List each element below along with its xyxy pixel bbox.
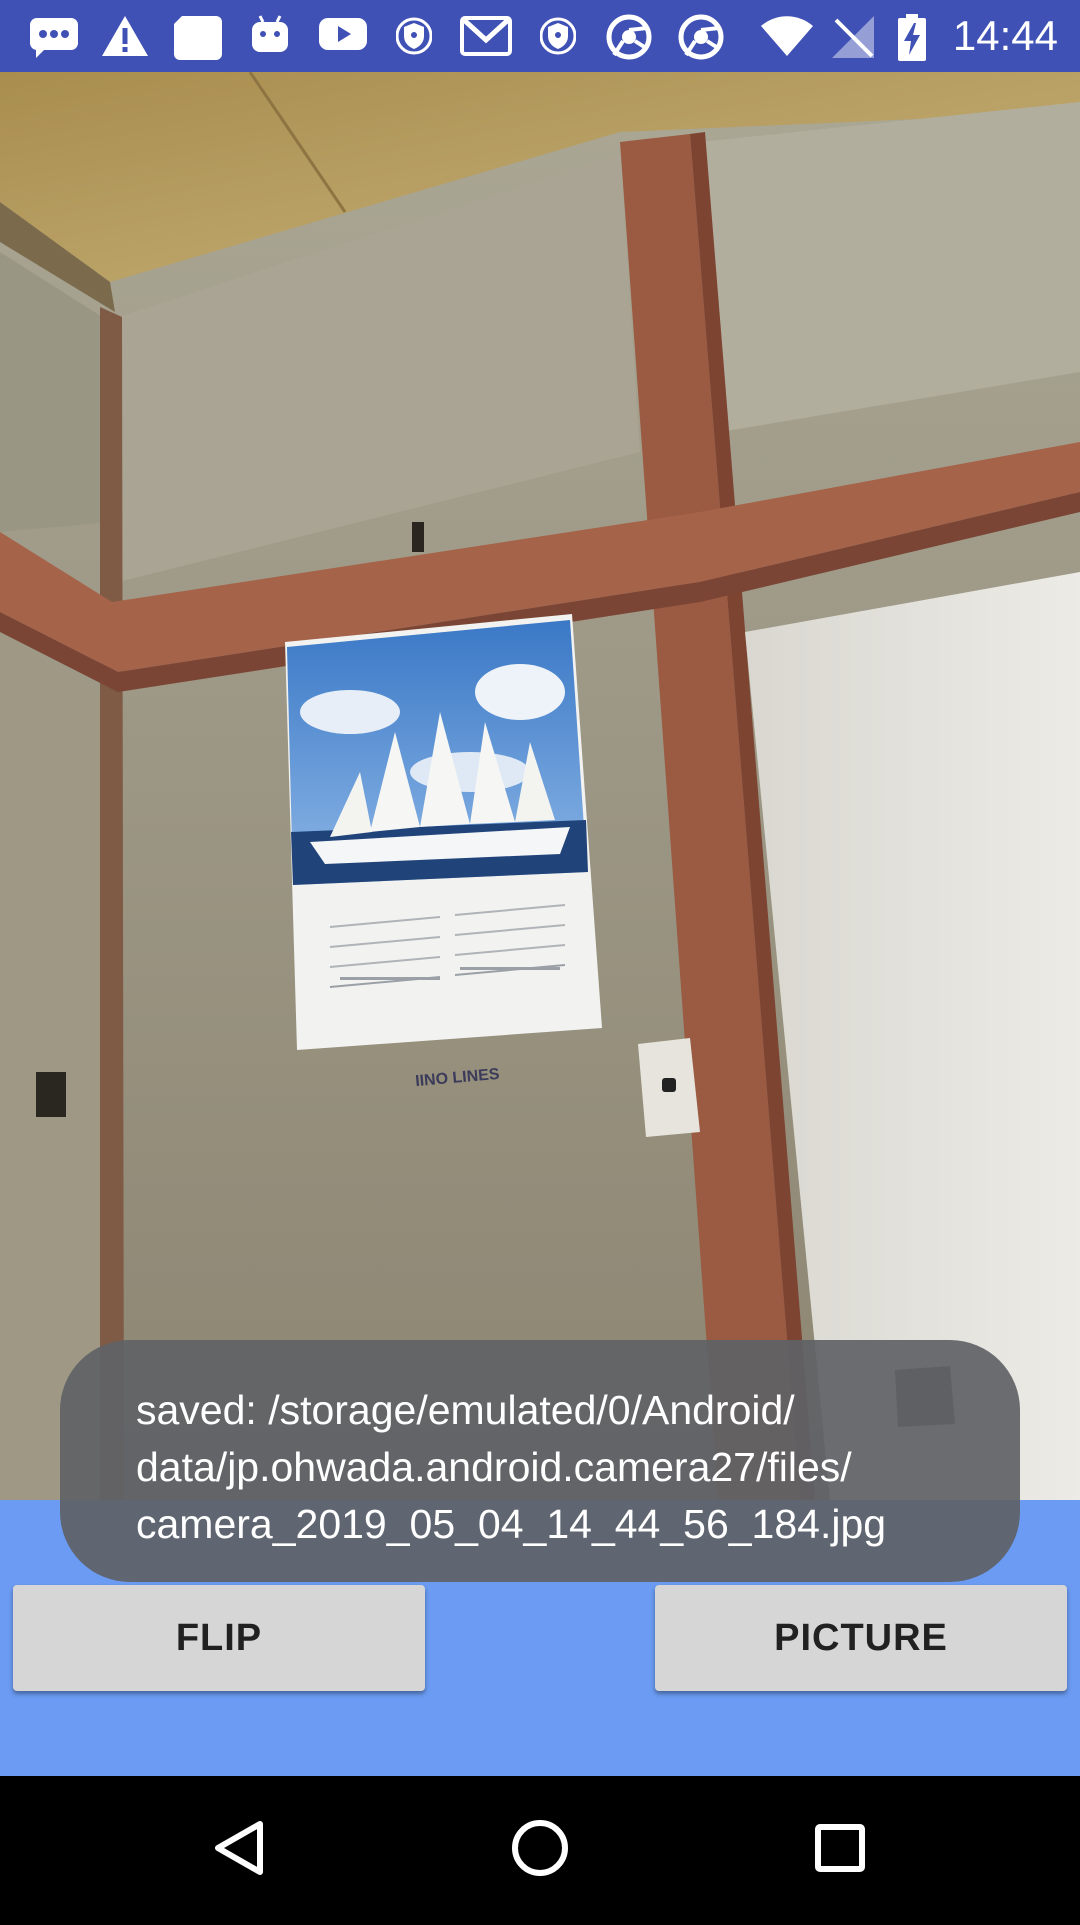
warning-icon — [102, 16, 148, 56]
home-button[interactable] — [440, 1776, 640, 1920]
picture-button[interactable]: PICTURE — [655, 1585, 1067, 1691]
status-bar: 14:44 — [0, 0, 1080, 72]
chrome-icon — [606, 14, 652, 60]
vpn-shield-icon — [396, 17, 432, 55]
recents-button[interactable] — [740, 1776, 940, 1920]
android-icon — [252, 15, 288, 52]
home-icon — [512, 1820, 568, 1876]
flip-button[interactable]: FLIP — [13, 1585, 425, 1691]
no-signal-icon — [832, 16, 874, 58]
clock: 14:44 — [952, 12, 1058, 59]
battery-charging-icon — [898, 14, 926, 61]
sd-card-icon — [174, 16, 222, 60]
vpn-shield-icon — [540, 17, 576, 55]
chat-notification-icon — [30, 18, 78, 58]
navigation-bar — [0, 1776, 1080, 1920]
toast-line-2: data/jp.ohwada.android.camera27/files/ — [136, 1444, 852, 1490]
camera-scene: IINO LINES — [0, 72, 1080, 1500]
chrome-icon — [678, 14, 724, 60]
toast-line-1: saved: /storage/emulated/0/Android/ — [136, 1387, 795, 1433]
back-icon — [215, 1821, 263, 1875]
camera-preview[interactable]: IINO LINES — [0, 72, 1080, 1500]
back-button[interactable] — [140, 1776, 340, 1920]
youtube-icon — [319, 18, 367, 50]
wifi-icon — [761, 16, 813, 56]
gmail-icon — [460, 16, 512, 56]
saved-toast: saved: /storage/emulated/0/Android/ data… — [60, 1340, 1020, 1582]
recents-icon — [815, 1824, 865, 1872]
toast-line-3: camera_2019_05_04_14_44_56_184.jpg — [136, 1501, 887, 1547]
